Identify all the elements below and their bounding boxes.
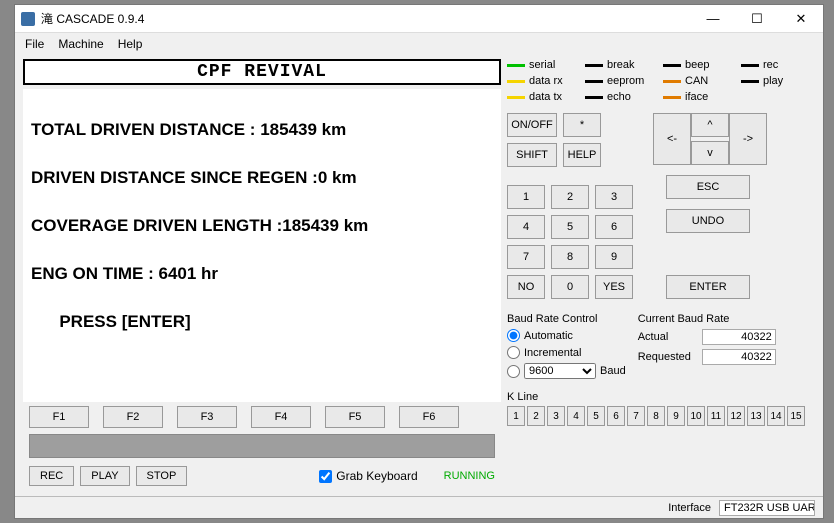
arrow-right-button[interactable]: -> [729, 113, 767, 165]
key-0[interactable]: 0 [551, 275, 589, 299]
rec-icon [741, 64, 759, 67]
key-4[interactable]: 4 [507, 215, 545, 239]
titlebar: 滝 CASCADE 0.9.4 — ☐ ✕ [15, 5, 823, 33]
menubar: File Machine Help [15, 33, 823, 55]
onoff-button[interactable]: ON/OFF [507, 113, 557, 137]
stop-button[interactable]: STOP [136, 466, 188, 486]
f1-button[interactable]: F1 [29, 406, 89, 428]
eeprom-icon [585, 80, 603, 83]
kline-4[interactable]: 4 [567, 406, 585, 426]
maximize-button[interactable]: ☐ [735, 5, 779, 33]
arrow-down-button[interactable]: v [691, 141, 729, 165]
f5-button[interactable]: F5 [325, 406, 385, 428]
terminal-output: TOTAL DRIVEN DISTANCE : 185439 km DRIVEN… [23, 89, 501, 402]
baud-control-label: Baud Rate Control [507, 313, 626, 325]
kline-14[interactable]: 14 [767, 406, 785, 426]
current-baud-label: Current Baud Rate [638, 313, 776, 325]
yes-button[interactable]: YES [595, 275, 633, 299]
echo-icon [585, 96, 603, 99]
enter-button[interactable]: ENTER [666, 275, 750, 299]
f6-button[interactable]: F6 [399, 406, 459, 428]
arrow-left-button[interactable]: <- [653, 113, 691, 165]
key-6[interactable]: 6 [595, 215, 633, 239]
shift-button[interactable]: SHIFT [507, 143, 557, 167]
undo-button[interactable]: UNDO [666, 209, 750, 233]
kline-9[interactable]: 9 [667, 406, 685, 426]
app-icon [21, 12, 35, 26]
actual-baud-field [702, 329, 776, 345]
kline-13[interactable]: 13 [747, 406, 765, 426]
help-button[interactable]: HELP [563, 143, 601, 167]
menu-file[interactable]: File [25, 37, 44, 51]
serial-icon [507, 64, 525, 67]
grab-keyboard-input[interactable] [319, 470, 332, 483]
kline-2[interactable]: 2 [527, 406, 545, 426]
kline-3[interactable]: 3 [547, 406, 565, 426]
iface-icon [663, 96, 681, 99]
grab-keyboard-checkbox[interactable]: Grab Keyboard [319, 469, 417, 483]
play-icon [741, 80, 759, 83]
menu-help[interactable]: Help [118, 37, 143, 51]
beep-icon [663, 64, 681, 67]
baud-incr-radio[interactable]: Incremental [507, 346, 626, 359]
baud-auto-radio[interactable]: Automatic [507, 329, 626, 342]
statusbar: Interface FT232R USB UAR [15, 496, 823, 518]
rec-button[interactable]: REC [29, 466, 74, 486]
legend: serial break beep rec data rx eeprom CAN… [507, 59, 815, 107]
no-button[interactable]: NO [507, 275, 545, 299]
close-button[interactable]: ✕ [779, 5, 823, 33]
kline-11[interactable]: 11 [707, 406, 725, 426]
requested-baud-field [702, 349, 776, 365]
banner-title: CPF REVIVAL [23, 59, 501, 85]
key-8[interactable]: 8 [551, 245, 589, 269]
window-title: 滝 CASCADE 0.9.4 [41, 10, 144, 27]
datarx-icon [507, 80, 525, 83]
kline-7[interactable]: 7 [627, 406, 645, 426]
baud-select[interactable]: 9600 [524, 363, 596, 379]
star-button[interactable]: * [563, 113, 601, 137]
key-9[interactable]: 9 [595, 245, 633, 269]
datatx-icon [507, 96, 525, 99]
app-window: 滝 CASCADE 0.9.4 — ☐ ✕ File Machine Help … [14, 4, 824, 519]
key-5[interactable]: 5 [551, 215, 589, 239]
interface-label: Interface [668, 502, 711, 514]
status-label: RUNNING [444, 470, 495, 482]
esc-button[interactable]: ESC [666, 175, 750, 199]
arrow-up-button[interactable]: ^ [691, 113, 729, 137]
f3-button[interactable]: F3 [177, 406, 237, 428]
play-button[interactable]: PLAY [80, 466, 129, 486]
kline-10[interactable]: 10 [687, 406, 705, 426]
f4-button[interactable]: F4 [251, 406, 311, 428]
kline-1[interactable]: 1 [507, 406, 525, 426]
kline-5[interactable]: 5 [587, 406, 605, 426]
key-1[interactable]: 1 [507, 185, 545, 209]
kline-12[interactable]: 12 [727, 406, 745, 426]
kline-8[interactable]: 8 [647, 406, 665, 426]
kline-15[interactable]: 15 [787, 406, 805, 426]
f2-button[interactable]: F2 [103, 406, 163, 428]
interface-name: FT232R USB UAR [719, 500, 815, 516]
key-3[interactable]: 3 [595, 185, 633, 209]
can-icon [663, 80, 681, 83]
menu-machine[interactable]: Machine [58, 37, 103, 51]
progress-bar [29, 434, 495, 458]
baud-manual-radio[interactable] [507, 365, 520, 378]
kline-6[interactable]: 6 [607, 406, 625, 426]
kline-label: K Line [507, 391, 815, 403]
break-icon [585, 64, 603, 67]
key-7[interactable]: 7 [507, 245, 545, 269]
minimize-button[interactable]: — [691, 5, 735, 33]
key-2[interactable]: 2 [551, 185, 589, 209]
